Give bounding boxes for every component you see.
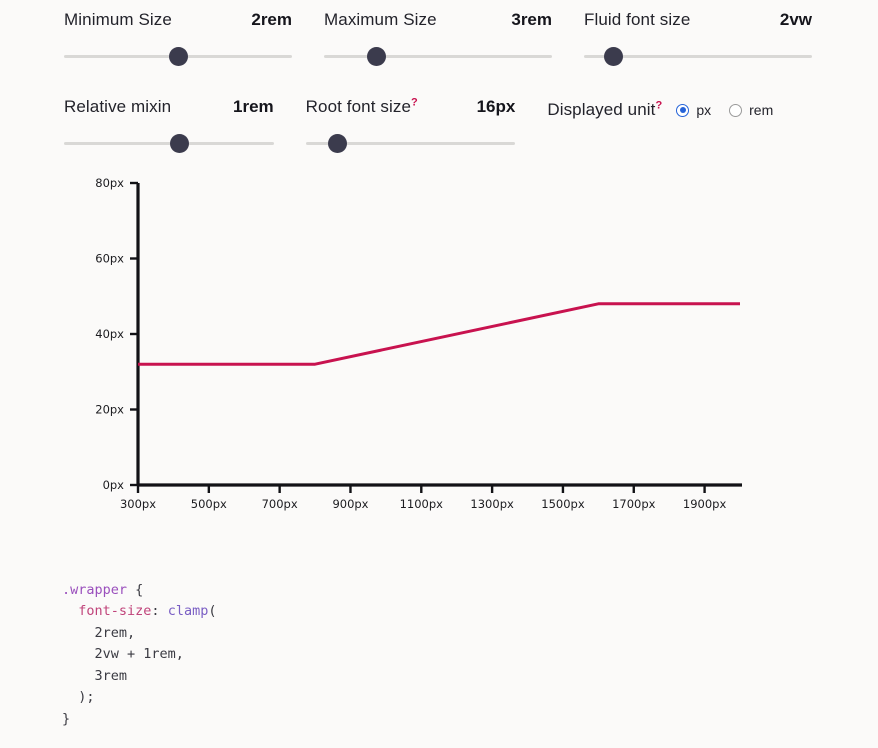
slider-thumb[interactable] xyxy=(327,134,347,153)
y-tick-label: 40px xyxy=(95,327,124,341)
radio-option-rem-label: rem xyxy=(749,102,774,118)
x-tick-label: 1900px xyxy=(683,497,727,511)
control-header: Fluid font size 2vw xyxy=(584,10,812,36)
relative-mixin-label: Relative mixin xyxy=(64,97,172,116)
y-tick-label: 60px xyxy=(95,252,124,266)
fluid-font-size-value: 2vw xyxy=(779,10,812,29)
radio-option-px-label: px xyxy=(696,102,712,118)
control-header: Relative mixin 1rem xyxy=(64,97,274,123)
radio-selected-icon[interactable] xyxy=(676,103,690,117)
root-font-size-value: 16px xyxy=(476,97,516,116)
code-token: 2rem, xyxy=(62,624,136,641)
control-fluid-font-size: Fluid font size 2vw xyxy=(584,10,812,67)
fluid-type-chart: 0px 20px 40px 60px 80px 300px 500px 700px 900px 1… xyxy=(0,165,878,525)
slider-track[interactable] xyxy=(324,55,552,58)
displayed-unit-label: Displayed unit? xyxy=(547,100,662,120)
maximum-size-label: Maximum Size xyxy=(324,10,437,29)
y-tick-label: 0px xyxy=(103,478,125,492)
controls-row-1: Minimum Size 2rem Maximum Size 3rem Flui… xyxy=(64,10,814,67)
relative-mixin-slider[interactable] xyxy=(64,132,274,154)
x-tick-label: 1300px xyxy=(470,497,514,511)
y-tick-label: 20px xyxy=(95,403,124,417)
control-header: Root font size? 16px xyxy=(306,97,516,123)
controls-row-2: Relative mixin 1rem Root font size? 16px… xyxy=(64,97,814,154)
control-header: Minimum Size 2rem xyxy=(64,10,292,36)
control-maximum-size: Maximum Size 3rem xyxy=(324,10,552,67)
relative-mixin-value: 1rem xyxy=(233,97,274,116)
x-tick-label: 700px xyxy=(262,497,298,511)
x-tick-label: 1700px xyxy=(612,497,656,511)
minimum-size-label: Minimum Size xyxy=(64,10,172,29)
code-token: 2vw + 1rem, xyxy=(62,646,184,662)
control-displayed-unit: Displayed unit? px rem xyxy=(547,97,814,154)
code-token: 3rem xyxy=(62,667,128,684)
slider-thumb[interactable] xyxy=(604,47,624,66)
code-token: } xyxy=(62,710,71,727)
y-tick-label: 80px xyxy=(95,176,124,190)
code-token: font-size xyxy=(78,603,152,619)
control-minimum-size: Minimum Size 2rem xyxy=(64,10,292,67)
chart-svg: 0px 20px 40px 60px 80px 300px 500px 700px 900px 1… xyxy=(95,176,742,511)
control-relative-mixin: Relative mixin 1rem xyxy=(64,97,274,154)
slider-thumb[interactable] xyxy=(169,134,189,153)
fluid-font-size-slider[interactable] xyxy=(584,45,812,67)
maximum-size-slider[interactable] xyxy=(324,45,552,67)
slider-track[interactable] xyxy=(64,142,274,145)
fluid-font-size-label: Fluid font size xyxy=(584,10,691,29)
slider-thumb[interactable] xyxy=(168,47,188,66)
radio-option-px[interactable]: px xyxy=(676,102,711,118)
code-token: .wrapper xyxy=(62,581,128,598)
radio-unselected-icon[interactable] xyxy=(729,103,743,117)
displayed-unit-radio-group: px rem xyxy=(676,102,773,118)
slider-thumb[interactable] xyxy=(366,47,386,66)
displayed-unit-label-text: Displayed unit xyxy=(547,100,656,119)
help-icon[interactable]: ? xyxy=(411,96,418,108)
x-tick-label: 500px xyxy=(191,497,227,511)
control-root-font-size: Root font size? 16px xyxy=(305,97,516,154)
code-token: ( xyxy=(208,603,217,619)
code-token: ); xyxy=(62,689,95,705)
radio-option-rem[interactable]: rem xyxy=(729,102,773,118)
maximum-size-value: 3rem xyxy=(511,10,552,29)
code-token: : xyxy=(151,603,168,619)
controls-panel: Minimum Size 2rem Maximum Size 3rem Flui… xyxy=(64,10,814,154)
root-font-size-slider[interactable] xyxy=(305,132,516,154)
root-font-size-label-text: Root font size xyxy=(305,97,411,116)
x-tick-label: 1100px xyxy=(400,497,444,511)
minimum-size-slider[interactable] xyxy=(64,45,292,67)
minimum-size-value: 2rem xyxy=(251,10,292,29)
root-font-size-label: Root font size? xyxy=(306,97,418,117)
code-token: { xyxy=(127,581,144,598)
chart-line xyxy=(138,302,740,366)
generated-css-code: .wrapper { font-size: clamp( 2rem, 2vw +… xyxy=(62,580,216,731)
displayed-unit-row: Displayed unit? px rem xyxy=(547,97,814,123)
x-tick-label: 1500px xyxy=(541,497,585,511)
x-tick-label: 300px xyxy=(120,497,156,511)
x-tick-label: 900px xyxy=(332,497,368,511)
control-header: Maximum Size 3rem xyxy=(324,10,552,36)
help-icon[interactable]: ? xyxy=(656,99,663,111)
code-token: clamp xyxy=(167,603,209,619)
